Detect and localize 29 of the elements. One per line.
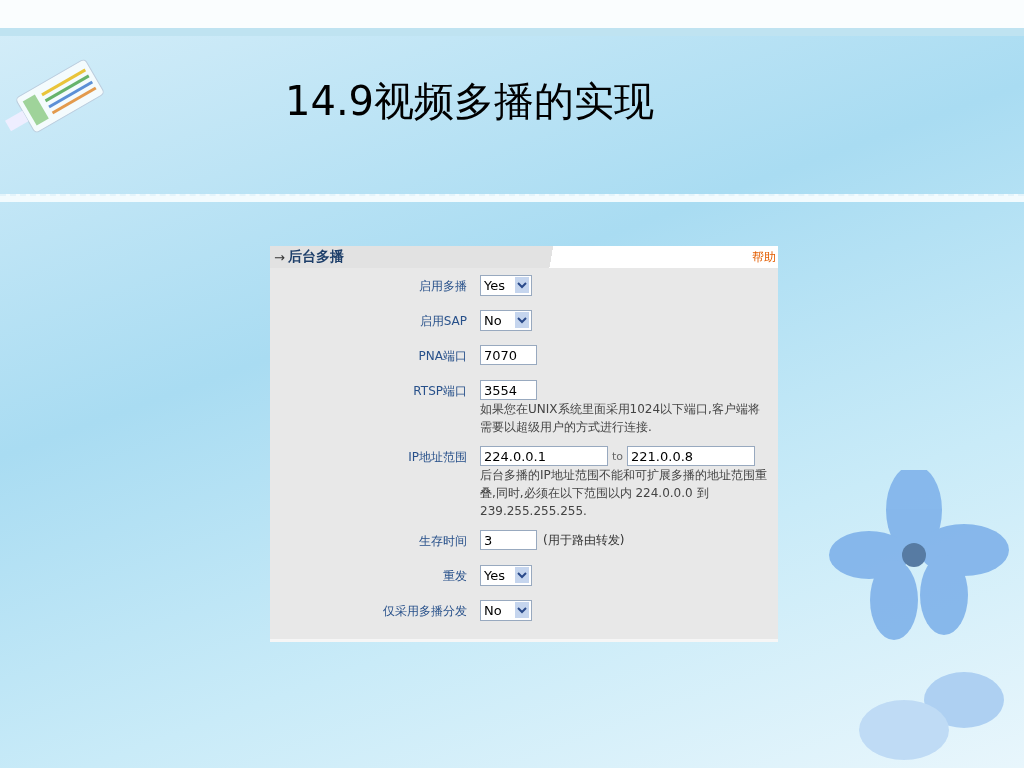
arrow-glyph: → (274, 249, 285, 265)
help-text: 后台多播的IP地址范围不能和可扩展多播的地址范围重叠,同时,必须在以下范围以内 224.0.0.0 到 239.255.255.255. (480, 467, 768, 520)
slide-title: 14.9视频多播的实现 (285, 77, 655, 126)
help-text: 如果您在UNIX系统里面采用1024以下端口,客户端将需要以超级用户的方式进行连接. (480, 401, 761, 436)
field-hint: (用于路由转发) (543, 531, 625, 549)
field-label: 启用多播 (418, 278, 467, 295)
dropdown[interactable]: Yes (480, 564, 532, 586)
dropdown[interactable]: No (480, 309, 532, 331)
input-field[interactable]: 221.0.0.8 (627, 446, 756, 466)
dropdown[interactable]: No (480, 599, 532, 621)
field-label: IP地址范围 (407, 449, 467, 466)
field-label: RTSP端口 (412, 383, 467, 400)
caret-icon[interactable] (515, 277, 529, 293)
caret-icon[interactable] (515, 567, 529, 583)
input-field[interactable]: 224.0.0.1 (480, 446, 608, 466)
field-label: 启用SAP (418, 313, 467, 330)
caret-icon[interactable] (515, 602, 529, 618)
panel-title: 后台多播 (287, 248, 344, 266)
input-field[interactable]: 3554 (480, 380, 537, 400)
range-joiner: to (612, 449, 624, 463)
field-label: 生存时间 (418, 533, 467, 550)
input-field[interactable]: 7070 (480, 345, 537, 365)
dropdown[interactable]: Yes (480, 274, 532, 296)
caret-icon[interactable] (515, 312, 529, 328)
field-label: 重发 (442, 568, 467, 585)
input-field[interactable]: 3 (480, 530, 537, 550)
help-link[interactable]: 帮助 (752, 248, 776, 266)
field-label: PNA端口 (417, 348, 467, 365)
field-label: 仅采用多播分发 (382, 603, 467, 620)
